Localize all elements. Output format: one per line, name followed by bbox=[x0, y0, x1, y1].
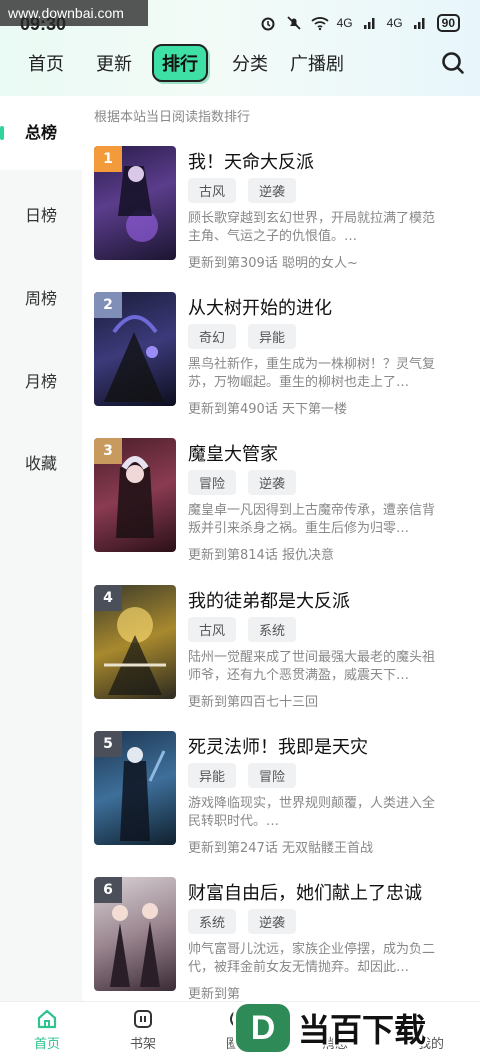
list-item[interactable]: 1 我！天命大反派 古风 逆袭 顾长歌穿越到玄幻世界，开局就拉满了模范主角、气运… bbox=[94, 146, 466, 274]
update-info: 更新到第309话 聪明的女人~ bbox=[188, 256, 358, 271]
sidebar-item-favorites[interactable]: 收藏 bbox=[0, 427, 82, 501]
genre-tag[interactable]: 逆袭 bbox=[248, 909, 297, 934]
tab-home[interactable]: 首页 bbox=[28, 50, 64, 76]
rank-badge: 5 bbox=[94, 731, 122, 757]
tag-list: 异能 冒险 bbox=[188, 763, 297, 788]
comic-description: 帅气富哥儿沈远，家族企业停摆，成为负二代，被拜金前女友无情抛弃。却因此… bbox=[188, 942, 436, 975]
bottom-tab-home[interactable]: 首页 bbox=[12, 1008, 82, 1052]
signal-icon-2 bbox=[411, 14, 429, 32]
comic-cover[interactable]: 6 bbox=[94, 877, 176, 991]
comic-title[interactable]: 财富自由后，她们献上了忠诚 bbox=[188, 879, 422, 905]
downbai-logo-watermark: D 当百下载 bbox=[236, 1002, 476, 1054]
top-nav-tabs: 首页 更新 排行 分类 广播剧 bbox=[0, 42, 480, 86]
sidebar-item-label: 日榜 bbox=[24, 206, 57, 225]
genre-tag[interactable]: 冒险 bbox=[248, 763, 297, 788]
comic-cover[interactable]: 1 bbox=[94, 146, 176, 260]
comic-description: 黑鸟社新作，重生成为一株柳树！？灵气复苏，万物崛起。重生的柳树也走上了… bbox=[188, 357, 436, 390]
rank-badge: 6 bbox=[94, 877, 122, 903]
comic-cover[interactable]: 3 bbox=[94, 438, 176, 552]
rank-badge: 4 bbox=[94, 585, 122, 611]
tab-ranking[interactable]: 排行 bbox=[152, 44, 208, 82]
signal-label-2: 4G bbox=[386, 16, 403, 30]
comic-description: 游戏降临现实，世界规则颠覆，人类进入全民转职时代。… bbox=[188, 796, 436, 829]
tag-list: 冒险 逆袭 bbox=[188, 470, 297, 495]
bookshelf-icon bbox=[132, 1008, 154, 1030]
comic-title[interactable]: 死灵法师！我即是天灾 bbox=[188, 733, 368, 759]
alarm-icon bbox=[259, 14, 277, 32]
update-info: 更新到第814话 报仇决意 bbox=[188, 548, 334, 563]
genre-tag[interactable]: 系统 bbox=[188, 909, 237, 934]
tag-list: 古风 逆袭 bbox=[188, 178, 297, 203]
bottom-tab-label: 书架 bbox=[129, 1037, 156, 1052]
home-icon bbox=[36, 1008, 58, 1030]
list-item[interactable]: 5 死灵法师！我即是天灾 异能 冒险 游戏降临现实，世界规则颠覆，人类进入全民转… bbox=[94, 731, 466, 859]
genre-tag[interactable]: 古风 bbox=[188, 617, 237, 642]
bottom-tab-bookshelf[interactable]: 书架 bbox=[108, 1008, 178, 1052]
active-indicator bbox=[0, 126, 4, 140]
tab-categories[interactable]: 分类 bbox=[232, 50, 268, 76]
comic-cover[interactable]: 2 bbox=[94, 292, 176, 406]
sidebar-item-monthly[interactable]: 月榜 bbox=[0, 345, 82, 419]
comic-description: 魔皇卓一凡因得到上古魔帝传承，遭亲信背叛并引来杀身之祸。重生后修为归零… bbox=[188, 503, 436, 536]
list-item[interactable]: 4 我的徒弟都是大反派 古风 系统 陆州一觉醒来成了世间最强大最老的魔头祖师爷，… bbox=[94, 585, 466, 713]
logo-text: 当百下载 bbox=[298, 1011, 427, 1049]
comic-title[interactable]: 魔皇大管家 bbox=[188, 440, 278, 466]
site-watermark: www.downbai.com bbox=[0, 0, 148, 26]
sidebar-item-label: 周榜 bbox=[24, 289, 57, 308]
sidebar-item-label: 总榜 bbox=[24, 123, 57, 142]
battery-indicator: 90 bbox=[436, 14, 460, 32]
update-info: 更新到第四百七十三回 bbox=[188, 695, 319, 710]
mute-icon bbox=[285, 14, 303, 32]
sidebar-item-overall[interactable]: 总榜 bbox=[0, 96, 82, 170]
tag-list: 古风 系统 bbox=[188, 617, 297, 642]
genre-tag[interactable]: 异能 bbox=[188, 763, 237, 788]
tag-list: 奇幻 异能 bbox=[188, 324, 297, 349]
sidebar-item-daily[interactable]: 日榜 bbox=[0, 179, 82, 253]
tag-list: 系统 逆袭 bbox=[188, 909, 297, 934]
wifi-icon bbox=[311, 14, 329, 32]
rank-badge: 1 bbox=[94, 146, 122, 172]
update-info: 更新到第490话 天下第一楼 bbox=[188, 402, 347, 417]
list-item[interactable]: 2 从大树开始的进化 奇幻 异能 黑鸟社新作，重生成为一株柳树！？灵气复苏，万物… bbox=[94, 292, 466, 420]
bottom-tab-label: 首页 bbox=[33, 1037, 60, 1052]
rank-badge: 3 bbox=[94, 438, 122, 464]
sidebar-item-label: 收藏 bbox=[24, 454, 57, 473]
comic-description: 顾长歌穿越到玄幻世界，开局就拉满了模范主角、气运之子的仇恨值。… bbox=[188, 211, 436, 244]
rank-badge: 2 bbox=[94, 292, 122, 318]
tab-updates[interactable]: 更新 bbox=[96, 50, 132, 76]
genre-tag[interactable]: 奇幻 bbox=[188, 324, 237, 349]
comic-cover[interactable]: 5 bbox=[94, 731, 176, 845]
genre-tag[interactable]: 系统 bbox=[248, 617, 297, 642]
genre-tag[interactable]: 古风 bbox=[188, 178, 237, 203]
status-icons: 4G 4G 90 bbox=[259, 14, 460, 32]
update-info: 更新到第247话 无双骷髅王首战 bbox=[188, 841, 373, 856]
list-item[interactable]: 3 魔皇大管家 冒险 逆袭 魔皇卓一凡因得到上古魔帝传承，遭亲信背叛并引来杀身之… bbox=[94, 438, 466, 566]
sidebar-item-weekly[interactable]: 周榜 bbox=[0, 262, 82, 336]
signal-icon bbox=[361, 14, 379, 32]
comic-title[interactable]: 从大树开始的进化 bbox=[188, 294, 332, 320]
ranking-subtitle: 根据本站当日阅读指数排行 bbox=[94, 110, 251, 125]
signal-label-1: 4G bbox=[336, 16, 353, 30]
comic-title[interactable]: 我！天命大反派 bbox=[188, 148, 314, 174]
comic-title[interactable]: 我的徒弟都是大反派 bbox=[188, 587, 350, 613]
sidebar-item-label: 月榜 bbox=[24, 372, 57, 391]
comic-description: 陆州一觉醒来成了世间最强大最老的魔头祖师爷，还有九个恶贯满盈，威震天下… bbox=[188, 650, 436, 683]
comic-cover[interactable]: 4 bbox=[94, 585, 176, 699]
genre-tag[interactable]: 异能 bbox=[248, 324, 297, 349]
ranking-sidebar: 总榜 日榜 周榜 月榜 收藏 bbox=[0, 96, 82, 1001]
logo-mark: D bbox=[236, 1004, 290, 1052]
tab-radio-drama[interactable]: 广播剧 bbox=[290, 50, 344, 76]
update-info: 更新到第 bbox=[188, 987, 241, 1002]
search-icon[interactable] bbox=[440, 50, 466, 76]
genre-tag[interactable]: 逆袭 bbox=[248, 470, 297, 495]
genre-tag[interactable]: 逆袭 bbox=[248, 178, 297, 203]
genre-tag[interactable]: 冒险 bbox=[188, 470, 237, 495]
list-item[interactable]: 6 财富自由后，她们献上了忠诚 系统 逆袭 帅气富哥儿沈远，家族企业停摆，成为负… bbox=[94, 877, 466, 1005]
